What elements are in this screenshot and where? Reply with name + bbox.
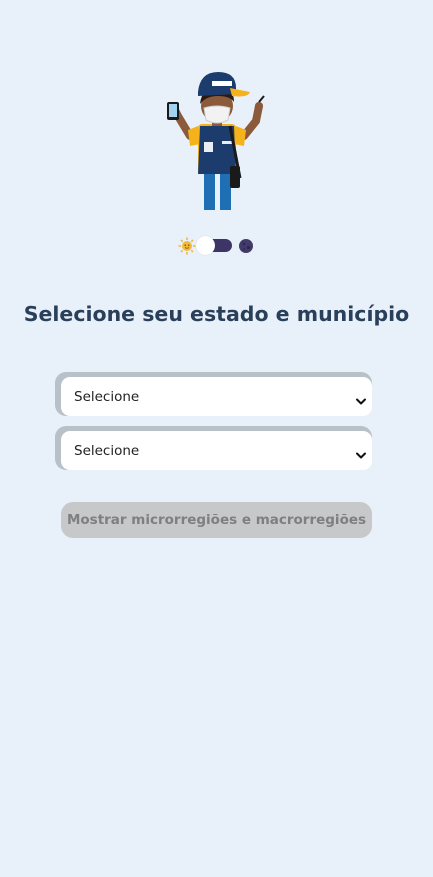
theme-toggle[interactable] xyxy=(178,236,256,256)
page-title: Selecione seu estado e município xyxy=(23,302,410,326)
city-select[interactable]: Selecione xyxy=(55,426,372,470)
sun-icon xyxy=(178,237,196,255)
mascot-illustration xyxy=(160,66,274,212)
city-select-field[interactable]: Selecione xyxy=(61,431,372,470)
chevron-down-icon xyxy=(356,391,366,405)
state-select[interactable]: Selecione xyxy=(55,372,372,416)
city-select-value: Selecione xyxy=(74,443,140,459)
show-regions-button[interactable]: Mostrar microrregiões e macrorregiões xyxy=(61,502,372,538)
state-select-value: Selecione xyxy=(74,389,140,405)
chevron-down-icon xyxy=(356,445,366,459)
moon-icon xyxy=(238,238,254,254)
state-select-field[interactable]: Selecione xyxy=(61,377,372,416)
theme-switch-knob[interactable] xyxy=(196,236,215,255)
theme-switch-track[interactable] xyxy=(196,236,232,255)
